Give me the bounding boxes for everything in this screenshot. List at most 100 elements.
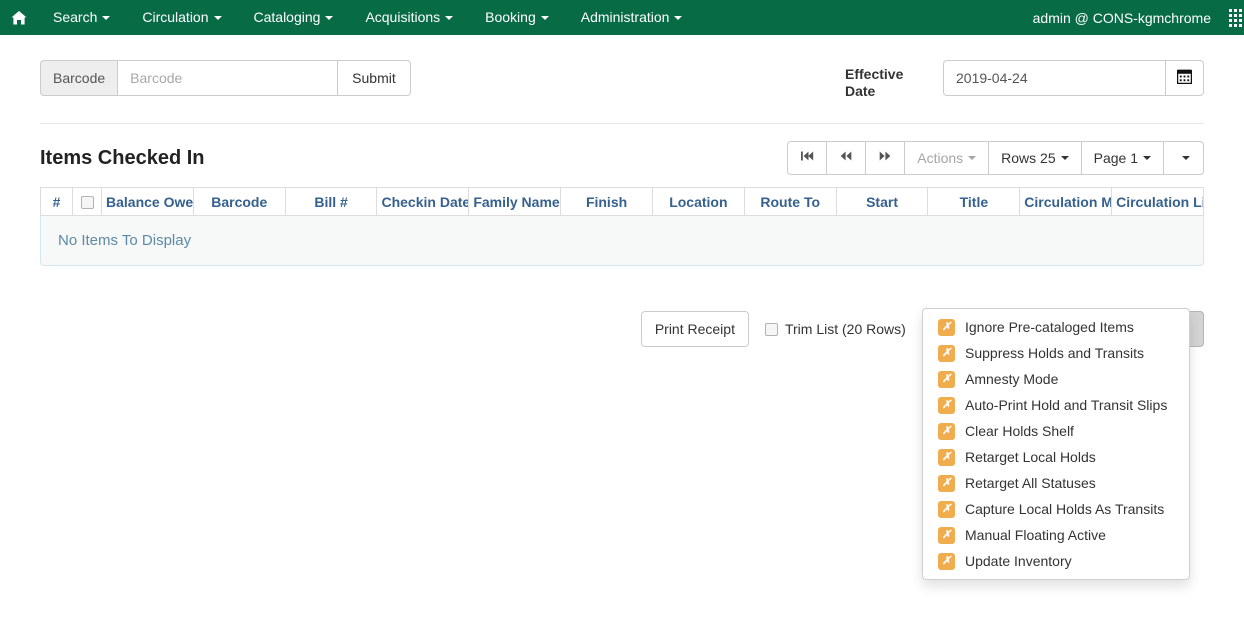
effective-date-label: Effective Date xyxy=(845,60,918,100)
grid-toolbar: Actions Rows 25 Page 1 xyxy=(787,141,1204,175)
column-header-balance-owed[interactable]: Balance Owed xyxy=(102,188,194,216)
disabled-badge-icon: ✗ xyxy=(938,345,955,362)
nav-item-booking[interactable]: Booking xyxy=(469,0,565,35)
page-content: Barcode Submit Effective Date xyxy=(0,35,1244,347)
nav-item-acquisitions[interactable]: Acquisitions xyxy=(349,0,469,35)
dropdown-item-label: Amnesty Mode xyxy=(965,371,1058,387)
disabled-badge-icon: ✗ xyxy=(938,371,955,388)
nav-item-cataloging[interactable]: Cataloging xyxy=(238,0,350,35)
nav-item-label: Administration xyxy=(581,0,670,35)
column-header-start[interactable]: Start xyxy=(836,188,928,216)
disabled-badge-icon: ✗ xyxy=(938,501,955,518)
column-header-circulation-library[interactable]: Circulation Library xyxy=(1112,188,1204,216)
column-header-checkin-date[interactable]: Checkin Date xyxy=(377,188,469,216)
current-user-label: admin @ CONS-kgmchrome xyxy=(1033,10,1229,26)
select-all-checkbox[interactable] xyxy=(81,196,94,209)
rows-per-page-button[interactable]: Rows 25 xyxy=(988,141,1081,175)
checkin-form-row: Barcode Submit Effective Date xyxy=(40,35,1204,124)
dropdown-item-capture-local-holds-as-transits[interactable]: ✗ Capture Local Holds As Transits xyxy=(923,496,1189,522)
page-label: Page 1 xyxy=(1094,148,1138,168)
dropdown-item-retarget-all-statuses[interactable]: ✗ Retarget All Statuses xyxy=(923,470,1189,496)
column-header-title[interactable]: Title xyxy=(928,188,1020,216)
dropdown-item-update-inventory[interactable]: ✗ Update Inventory xyxy=(923,548,1189,574)
chevron-down-icon xyxy=(674,16,682,20)
trim-list-label: Trim List (20 Rows) xyxy=(785,321,906,337)
grid-apps-icon[interactable] xyxy=(1229,9,1242,27)
chevron-down-icon xyxy=(1143,156,1151,160)
chevron-down-icon xyxy=(1061,156,1069,160)
previous-page-button[interactable] xyxy=(826,141,866,175)
actions-button[interactable]: Actions xyxy=(904,141,989,175)
dropdown-item-auto-print-hold-and-transit-slips[interactable]: ✗ Auto-Print Hold and Transit Slips xyxy=(923,392,1189,418)
items-table: # Balance Owed Barcode Bill # Checkin Da… xyxy=(40,187,1204,216)
first-page-button[interactable] xyxy=(787,141,827,175)
column-header-select-all[interactable] xyxy=(73,188,102,216)
column-header-location[interactable]: Location xyxy=(652,188,744,216)
barcode-input-group: Barcode Submit xyxy=(40,60,411,96)
chevron-down-icon xyxy=(541,16,549,20)
submit-button[interactable]: Submit xyxy=(337,60,411,96)
table-header-row: # Balance Owed Barcode Bill # Checkin Da… xyxy=(41,188,1204,216)
disabled-badge-icon: ✗ xyxy=(938,319,955,336)
chevron-down-icon xyxy=(102,16,110,20)
nav-item-administration[interactable]: Administration xyxy=(565,0,699,35)
dropdown-item-label: Auto-Print Hold and Transit Slips xyxy=(965,397,1167,413)
rows-label: Rows 25 xyxy=(1001,148,1055,168)
column-header-family-name[interactable]: Family Name xyxy=(469,188,561,216)
navbar-right: admin @ CONS-kgmchrome xyxy=(1033,9,1244,27)
effective-date-field-group xyxy=(943,60,1204,96)
chevron-down-icon xyxy=(214,16,222,20)
calendar-button[interactable] xyxy=(1165,60,1204,96)
first-page-icon xyxy=(800,148,814,168)
nav-item-label: Booking xyxy=(485,0,536,35)
disabled-badge-icon: ✗ xyxy=(938,553,955,570)
column-picker-button[interactable] xyxy=(1163,141,1204,175)
disabled-badge-icon: ✗ xyxy=(938,397,955,414)
dropdown-item-ignore-precataloged-items[interactable]: ✗ Ignore Pre-cataloged Items xyxy=(923,314,1189,340)
dropdown-item-clear-holds-shelf[interactable]: ✗ Clear Holds Shelf xyxy=(923,418,1189,444)
disabled-badge-icon: ✗ xyxy=(938,449,955,466)
dropdown-item-label: Clear Holds Shelf xyxy=(965,423,1074,439)
dropdown-item-amnesty-mode[interactable]: ✗ Amnesty Mode xyxy=(923,366,1189,392)
dropdown-item-suppress-holds-and-transits[interactable]: ✗ Suppress Holds and Transits xyxy=(923,340,1189,366)
next-page-icon xyxy=(878,148,892,168)
nav-item-label: Acquisitions xyxy=(365,0,440,35)
calendar-icon xyxy=(1177,69,1192,87)
column-header-finish[interactable]: Finish xyxy=(561,188,653,216)
nav-item-search[interactable]: Search xyxy=(37,0,126,35)
disabled-badge-icon: ✗ xyxy=(938,475,955,492)
dropdown-item-label: Retarget Local Holds xyxy=(965,449,1096,465)
home-button[interactable] xyxy=(0,0,37,35)
items-grid: # Balance Owed Barcode Bill # Checkin Da… xyxy=(40,187,1204,266)
column-header-route-to[interactable]: Route To xyxy=(744,188,836,216)
trim-list-option[interactable]: Trim List (20 Rows) xyxy=(765,321,906,337)
dropdown-item-label: Retarget All Statuses xyxy=(965,475,1096,491)
nav-menu: Search Circulation Cataloging Acquisitio… xyxy=(37,0,698,35)
disabled-badge-icon: ✗ xyxy=(938,527,955,544)
chevron-down-icon xyxy=(445,16,453,20)
nav-item-label: Circulation xyxy=(142,0,208,35)
column-header-barcode[interactable]: Barcode xyxy=(193,188,285,216)
print-receipt-button[interactable]: Print Receipt xyxy=(641,311,749,347)
dropdown-item-manual-floating-active[interactable]: ✗ Manual Floating Active xyxy=(923,522,1189,548)
column-header-row-number[interactable]: # xyxy=(41,188,73,216)
effective-date-input[interactable] xyxy=(943,60,1165,96)
main-navbar: Search Circulation Cataloging Acquisitio… xyxy=(0,0,1244,35)
dropdown-item-label: Update Inventory xyxy=(965,553,1072,569)
disabled-badge-icon: ✗ xyxy=(938,423,955,440)
checkin-modifiers-dropdown: ✗ Ignore Pre-cataloged Items ✗ Suppress … xyxy=(922,308,1190,580)
barcode-input[interactable] xyxy=(117,60,337,96)
column-header-bill-number[interactable]: Bill # xyxy=(285,188,377,216)
page-selector-button[interactable]: Page 1 xyxy=(1081,141,1164,175)
dropdown-item-retarget-local-holds[interactable]: ✗ Retarget Local Holds xyxy=(923,444,1189,470)
nav-item-label: Search xyxy=(53,0,97,35)
column-header-circulation-modifier[interactable]: Circulation Modifier xyxy=(1020,188,1112,216)
page-title: Items Checked In xyxy=(40,145,205,171)
barcode-label: Barcode xyxy=(40,60,117,96)
trim-list-checkbox[interactable] xyxy=(765,323,778,336)
dropdown-item-label: Capture Local Holds As Transits xyxy=(965,501,1164,517)
nav-item-circulation[interactable]: Circulation xyxy=(126,0,237,35)
chevron-down-icon xyxy=(1182,156,1190,160)
actions-label: Actions xyxy=(917,148,963,168)
next-page-button[interactable] xyxy=(865,141,905,175)
